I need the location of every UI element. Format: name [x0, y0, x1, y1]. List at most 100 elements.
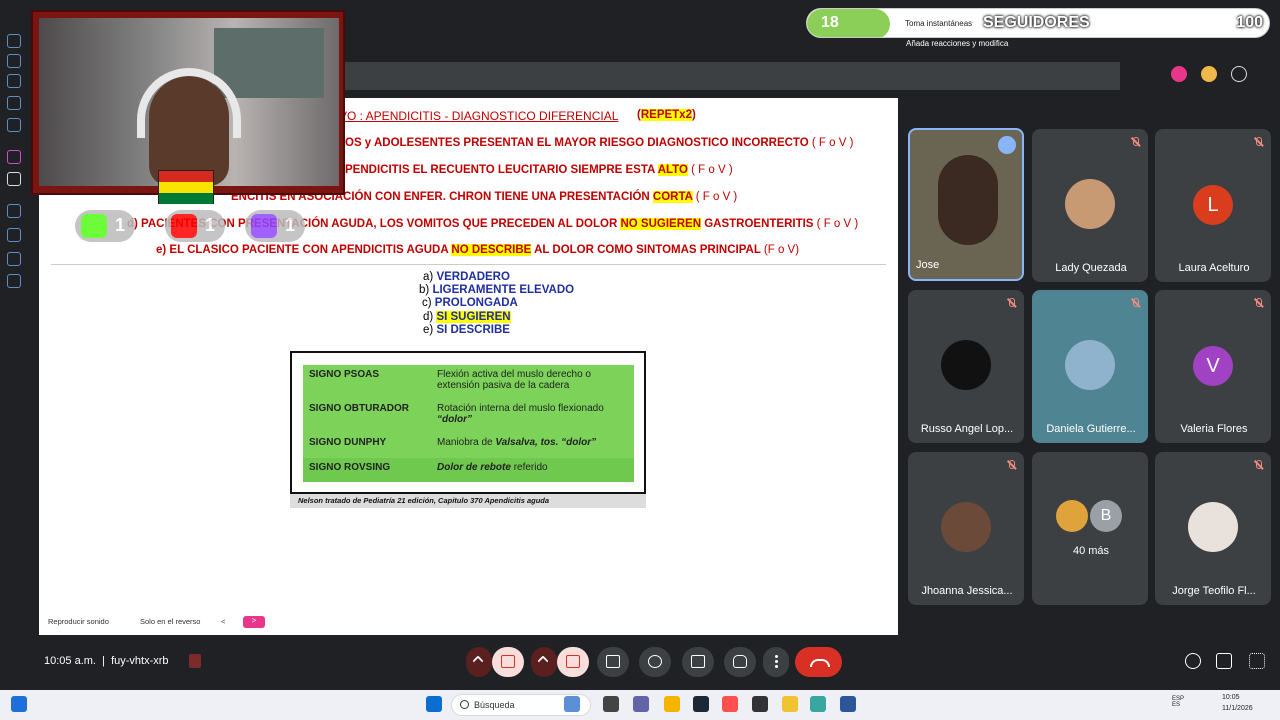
more-options-button[interactable] [763, 647, 789, 677]
more-participants-tile[interactable]: B 40 más [1032, 452, 1148, 605]
word-icon[interactable] [840, 696, 856, 712]
extension-icon[interactable] [7, 74, 21, 88]
followers-count: 18 [821, 14, 839, 31]
participant-tile[interactable]: Lady Quezada [1032, 129, 1148, 282]
participant-tile[interactable]: V Valeria Flores [1155, 290, 1271, 443]
app-icon[interactable] [810, 696, 826, 712]
reverse-only-toggle[interactable]: Solo en el reverso [140, 617, 200, 626]
end-call-button[interactable] [795, 647, 842, 677]
task-view-icon[interactable] [603, 696, 619, 712]
captions-button[interactable] [682, 647, 714, 677]
twitch-icon[interactable] [7, 150, 21, 164]
meeting-controls-bar: 10:05 a.m. | fuy-vhtx-xrb [0, 637, 1280, 689]
avatar [941, 502, 991, 552]
extension-icon[interactable] [7, 96, 21, 110]
mic-options-button[interactable] [466, 647, 492, 677]
extension-icon[interactable] [7, 34, 21, 48]
participant-tile[interactable]: Jose [908, 128, 1024, 281]
hand-icon [733, 655, 747, 668]
steam-icon[interactable] [693, 696, 709, 712]
app-icon[interactable] [782, 696, 798, 712]
info-icon[interactable] [1185, 653, 1201, 669]
participant-tile[interactable]: Daniela Gutierre... [1032, 290, 1148, 443]
search-icon [460, 700, 469, 709]
present-icon [606, 655, 620, 668]
emoji-icon [648, 655, 662, 668]
table-caption: Nelson tratado de Pediatría 21 edición, … [290, 494, 646, 508]
followers-label: SEGUIDORES [983, 14, 1090, 31]
mic-off-icon [1130, 298, 1140, 308]
youtube-counter: 1 [165, 210, 225, 242]
sign-description: Dolor de rebote referido [437, 462, 548, 473]
mic-off-icon [1253, 298, 1263, 308]
captions-icon [691, 655, 705, 668]
mic-off-icon [501, 655, 515, 668]
extension-icon[interactable] [7, 204, 21, 218]
windows-start-icon[interactable] [426, 696, 442, 712]
avatar: L [1193, 185, 1233, 225]
camera-toggle-button[interactable] [557, 647, 589, 677]
question-e: e) EL CLASICO PACIENTE CON APENDICITIS A… [156, 244, 800, 256]
mic-off-icon [1253, 460, 1263, 470]
pen-icon[interactable] [1231, 66, 1247, 82]
answer-item: b) LIGERAMENTE ELEVADO [419, 284, 575, 296]
question-a: OS y ADOLESENTES PRESENTAN EL MAYOR RIES… [345, 137, 854, 149]
left-icon-rail [0, 0, 28, 690]
slide-title-tag: (REPETx2) [637, 109, 696, 121]
participant-tile[interactable]: Russo Angel Lop... [908, 290, 1024, 443]
obs-icon[interactable] [752, 696, 768, 712]
extension-icon[interactable] [7, 274, 21, 288]
avatar [941, 340, 991, 390]
reactions-notification: Añada reacciones y modifica [906, 39, 1009, 48]
participant-tile[interactable]: Jorge Teofilo Fl... [1155, 452, 1271, 605]
file-explorer-icon[interactable] [664, 696, 680, 712]
presentation-header-strip [345, 62, 1120, 90]
extension-icon[interactable] [7, 252, 21, 266]
answer-item: a) VERDADERO [423, 271, 510, 283]
avatar [1056, 500, 1088, 532]
table-row: SIGNO DUNPHY Maniobra de Valsalva, tos. … [303, 433, 634, 458]
webcam-video [39, 18, 339, 186]
extension-icon[interactable] [7, 118, 21, 132]
sign-description: Flexión activa del muslo derecho o exten… [437, 369, 591, 391]
mic-off-icon [1006, 298, 1016, 308]
table-row: SIGNO OBTURADOR Rotación interna del mus… [303, 399, 634, 433]
sign-description: Rotación interna del muslo flexionado “do… [437, 403, 604, 425]
present-button[interactable] [597, 647, 629, 677]
mic-toggle-button[interactable] [492, 647, 524, 677]
participant-tile[interactable]: Jhoanna Jessica... [908, 452, 1024, 605]
clinical-signs-table: SIGNO PSOAS Flexión activa del muslo der… [303, 365, 634, 482]
language-indicator[interactable]: ESP ES [1172, 696, 1192, 708]
taskbar-clock-date[interactable]: 11/1/2026 [1222, 705, 1253, 712]
bolivia-flag-icon [158, 170, 214, 204]
activities-icon[interactable] [1249, 653, 1265, 669]
background-shelf [214, 28, 324, 98]
question-b: PENDICITIS EL RECUENTO LEUCITARIO SIEMPR… [345, 164, 733, 176]
rec-status-icon [189, 654, 201, 668]
chat-icon[interactable] [1216, 653, 1232, 669]
participant-video [938, 155, 998, 245]
prev-slide-button[interactable]: < [221, 617, 225, 626]
next-slide-button[interactable]: > [243, 616, 265, 628]
raise-hand-button[interactable] [724, 647, 756, 677]
taskbar-clock-time[interactable]: 10:05 [1222, 694, 1240, 701]
widgets-icon[interactable] [11, 696, 27, 712]
table-row: SIGNO PSOAS Flexión activa del muslo der… [303, 365, 634, 399]
avatar [1065, 340, 1115, 390]
x-icon[interactable] [7, 172, 21, 186]
emoji-icon[interactable] [1201, 66, 1217, 82]
play-sound-button[interactable]: Reproducir sonido [48, 617, 109, 626]
mic-off-icon [1253, 137, 1263, 147]
speaking-indicator-icon [998, 136, 1016, 154]
participant-tile[interactable]: L Laura Acelturo [1155, 129, 1271, 282]
camera-options-button[interactable] [531, 647, 557, 677]
avatar: V [1193, 346, 1233, 386]
extension-icon[interactable] [7, 228, 21, 242]
mic-off-icon [1006, 460, 1016, 470]
emoji-button[interactable] [639, 647, 671, 677]
teams-icon[interactable] [633, 696, 649, 712]
extension-icon[interactable] [7, 54, 21, 68]
record-icon[interactable] [1171, 66, 1187, 82]
social-follower-counters: 1 1 1 [75, 210, 315, 244]
opera-icon[interactable] [722, 696, 738, 712]
